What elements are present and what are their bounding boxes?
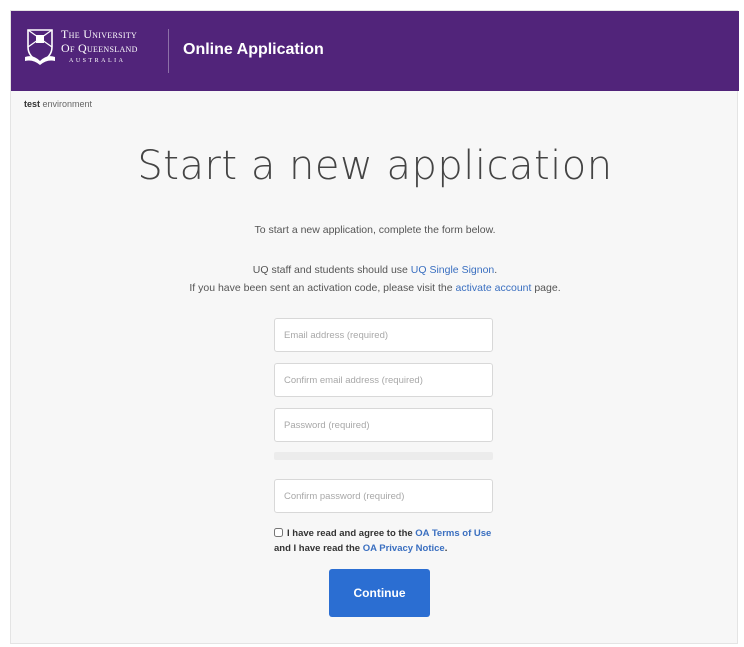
logo-line-3: AUSTRALIA [69,58,126,64]
activation-suffix: page. [531,282,561,294]
continue-button[interactable]: Continue [329,569,430,617]
terms-middle: and I have read the [274,543,363,554]
email-field[interactable] [274,318,493,352]
intro-text: To start a new application, complete the… [254,224,496,236]
site-header: The University Of Queensland AUSTRALIA O… [11,11,739,91]
privacy-notice-link[interactable]: OA Privacy Notice [363,543,445,554]
password-field[interactable] [274,408,493,442]
terms-prefix: I have read and agree to the [287,528,416,539]
logo-wordmark: The University Of Queensland AUSTRALIA [61,25,138,64]
password-strength-meter [274,452,493,460]
environment-label: test environment [24,99,92,109]
activation-prefix: If you have been sent an activation code… [189,282,456,294]
confirm-email-field[interactable] [274,363,493,397]
uq-crest-icon [25,29,55,65]
page-title: Start a new application [137,143,613,189]
logo-line-2: Of Queensland [61,41,138,55]
app-title: Online Application [183,41,324,58]
header-divider [168,29,169,73]
terms-suffix: . [444,543,448,554]
sso-prefix: UQ staff and students should use [252,264,411,276]
logo-line-1: The University [61,27,138,41]
sso-notice: UQ staff and students should use UQ Sing… [11,264,739,276]
terms-of-use-link[interactable]: OA Terms of Use [415,528,491,539]
activate-account-link[interactable]: activate account [456,282,532,294]
environment-suffix: environment [40,99,93,109]
sso-suffix: . [494,264,498,276]
terms-agreement: I have read and agree to the OA Terms of… [274,526,499,556]
activation-notice: If you have been sent an activation code… [11,282,739,294]
uq-logo[interactable]: The University Of Queensland AUSTRALIA [25,25,155,77]
page-frame: The University Of Queensland AUSTRALIA O… [10,10,739,644]
sso-link[interactable]: UQ Single Signon [411,264,494,276]
terms-checkbox[interactable] [274,528,283,537]
confirm-password-field[interactable] [274,479,493,513]
environment-name: test [24,99,41,109]
